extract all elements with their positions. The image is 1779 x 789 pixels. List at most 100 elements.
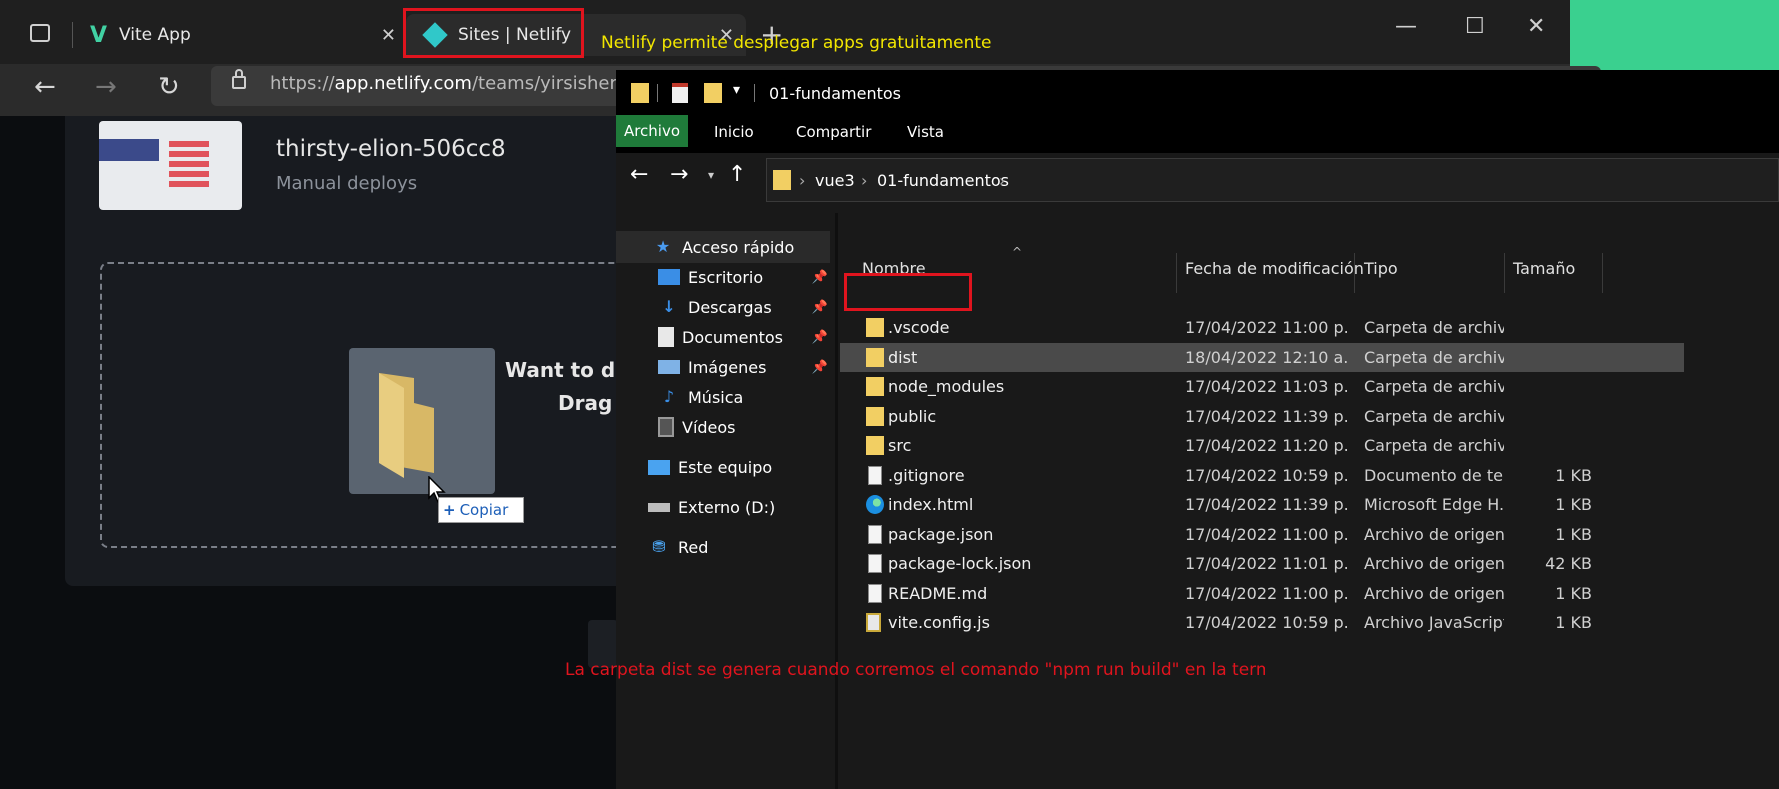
new-folder-icon[interactable] [704, 83, 722, 103]
path-separator: › [999, 171, 1006, 190]
site-subtitle: Manual deploys [276, 173, 418, 194]
desktop-icon [658, 269, 680, 285]
breadcrumb-vue3[interactable]: vue3 [815, 171, 855, 190]
column-divider[interactable] [1602, 253, 1603, 293]
star-icon: ★ [655, 237, 671, 256]
sidebar-item-label: Música [688, 387, 744, 407]
sidebar-item-musica[interactable]: ♪ Música [616, 381, 836, 413]
file-type: Carpeta de archivos [1364, 318, 1504, 337]
folder-icon [866, 347, 884, 367]
folder-icon [866, 406, 884, 426]
sidebar-item-escritorio[interactable]: Escritorio 📌 [616, 261, 836, 293]
tab-label: Vite App [119, 25, 191, 45]
file-row-vscode[interactable]: .vscode 17/04/2022 11:00 p. m. Carpeta de … [840, 313, 1684, 342]
file-date: 17/04/2022 11:03 p. m. [1185, 377, 1350, 396]
file-name: index.html [888, 495, 974, 514]
file-row-index-html[interactable]: index.html 17/04/2022 11:39 p. m. Microsof… [840, 490, 1684, 519]
file-type: Microsoft Edge H... [1364, 495, 1504, 514]
navigation-pane: ★ Acceso rápido Escritorio 📌 ↓ Descargas… [616, 213, 836, 789]
dropzone-title: Want to de [505, 358, 629, 382]
tab-separator [72, 22, 73, 48]
column-header-tamano[interactable]: Tamaño [1513, 259, 1575, 278]
sidebar-item-imagenes[interactable]: Imágenes 📌 [616, 351, 836, 383]
forward-icon[interactable]: → [670, 162, 688, 187]
breadcrumb-01-fundamentos[interactable]: 01-fundamentos [877, 171, 1009, 190]
file-row-dist[interactable]: dist 18/04/2022 12:10 a. m. Carpeta de arc… [840, 342, 1684, 372]
image-icon [658, 360, 680, 374]
file-name: package.json [888, 524, 994, 544]
close-window-icon[interactable]: ✕ [1527, 14, 1545, 39]
js-file-icon [866, 613, 881, 632]
sidebar-item-label: Escritorio [688, 267, 764, 287]
file-row-readme-md[interactable]: README.md 17/04/2022 11:00 p. m. Archivo d… [840, 579, 1684, 608]
explorer-title: 01-fundamentos [769, 84, 901, 103]
title-divider [657, 84, 658, 102]
sidebar-item-label: Este equipo [678, 457, 773, 477]
column-header-tipo[interactable]: Tipo [1364, 259, 1398, 278]
url-text: https://app.netlify.com/teams/yirsishert [270, 73, 624, 94]
sidebar-item-este-equipo[interactable]: Este equipo [616, 451, 836, 483]
pane-divider[interactable] [835, 213, 838, 789]
address-path-bar[interactable]: › vue3 › 01-fundamentos › [766, 158, 1779, 202]
file-type: Archivo JavaScript [1364, 613, 1504, 632]
sidebar-item-red[interactable]: ⛃ Red [616, 531, 836, 563]
ribbon-tab-vista[interactable]: Vista [907, 123, 944, 141]
file-size: 1 KB [1555, 524, 1592, 544]
sidebar-item-externo[interactable]: Externo (D:) [616, 491, 836, 523]
pin-icon: 📌 [811, 329, 828, 345]
file-row-gitignore[interactable]: .gitignore 17/04/2022 10:59 p. m. Document… [840, 461, 1684, 490]
copy-tooltip: + Copiar [438, 497, 524, 523]
file-size: 1 KB [1555, 583, 1592, 603]
back-icon[interactable]: ← [630, 162, 648, 187]
tab-actions-icon[interactable] [30, 24, 50, 42]
explorer-ribbon [616, 115, 1779, 153]
column-divider[interactable] [1504, 253, 1505, 293]
file-row-public[interactable]: public 17/04/2022 11:39 p. m. Carpeta de a… [840, 402, 1684, 431]
file-row-package-json[interactable]: package.json 17/04/2022 11:00 p. m. Archiv… [840, 520, 1684, 549]
column-divider[interactable] [1176, 253, 1177, 293]
back-icon[interactable]: ← [34, 72, 56, 102]
customize-toolbar-icon[interactable]: ▾ [733, 82, 740, 98]
sidebar-item-acceso-rapido[interactable]: ★ Acceso rápido [616, 231, 830, 263]
recent-locations-icon[interactable]: ▾ [708, 168, 714, 182]
sort-ascending-icon: ^ [1012, 245, 1023, 259]
file-size: 1 KB [1555, 465, 1592, 485]
sidebar-item-videos[interactable]: Vídeos [616, 411, 836, 443]
up-icon[interactable]: ↑ [728, 162, 746, 187]
file-row-package-lock-json[interactable]: package-lock.json 17/04/2022 11:01 p. m. A… [840, 549, 1684, 578]
site-thumbnail[interactable] [99, 121, 242, 210]
minimize-icon[interactable]: — [1395, 14, 1417, 39]
properties-icon[interactable] [672, 83, 688, 103]
file-name: .gitignore [888, 465, 965, 485]
file-icon [868, 583, 882, 603]
file-type: Carpeta de archivos [1364, 347, 1504, 367]
column-divider[interactable] [1354, 253, 1355, 293]
ribbon-tab-compartir[interactable]: Compartir [796, 123, 871, 141]
sidebar-item-documentos[interactable]: Documentos 📌 [616, 321, 836, 353]
file-name: dist [888, 347, 918, 367]
file-row-vite-config-js[interactable]: vite.config.js 17/04/2022 10:59 p. m. Arch… [840, 608, 1684, 637]
file-row-src[interactable]: src 17/04/2022 11:20 p. m. Carpeta de arch… [840, 431, 1684, 460]
file-type: Archivo de origen ... [1364, 524, 1504, 544]
url-prefix: https:// [270, 73, 335, 94]
annotation-netlify: Netlify permite desplegar apps gratuitam… [601, 33, 992, 53]
forward-icon[interactable]: → [95, 72, 117, 102]
file-date: 17/04/2022 11:00 p. m. [1185, 583, 1350, 603]
column-header-fecha[interactable]: Fecha de modificación [1185, 259, 1364, 278]
file-icon [868, 524, 882, 544]
file-size: 1 KB [1555, 613, 1592, 632]
reload-icon[interactable]: ↻ [158, 72, 180, 102]
maximize-icon[interactable]: ☐ [1465, 14, 1485, 39]
ribbon-tab-archivo[interactable]: Archivo [616, 115, 688, 147]
close-icon[interactable]: ✕ [381, 25, 396, 46]
file-explorer-window: ▾ 01-fundamentos Archivo Inicio Comparti… [616, 70, 1779, 789]
sidebar-item-descargas[interactable]: ↓ Descargas 📌 [616, 291, 836, 323]
ribbon-tab-inicio[interactable]: Inicio [714, 123, 754, 141]
file-row-node-modules[interactable]: node_modules 17/04/2022 11:03 p. m. Carpet… [840, 372, 1684, 401]
site-name[interactable]: thirsty-elion-506cc8 [276, 136, 506, 162]
sidebar-item-label: Descargas [688, 297, 772, 317]
file-name: README.md [888, 583, 988, 603]
file-date: 17/04/2022 11:20 p. m. [1185, 436, 1350, 455]
tab-vite-app[interactable]: V Vite App ✕ [78, 14, 408, 56]
sidebar-item-label: Imágenes [688, 357, 767, 377]
